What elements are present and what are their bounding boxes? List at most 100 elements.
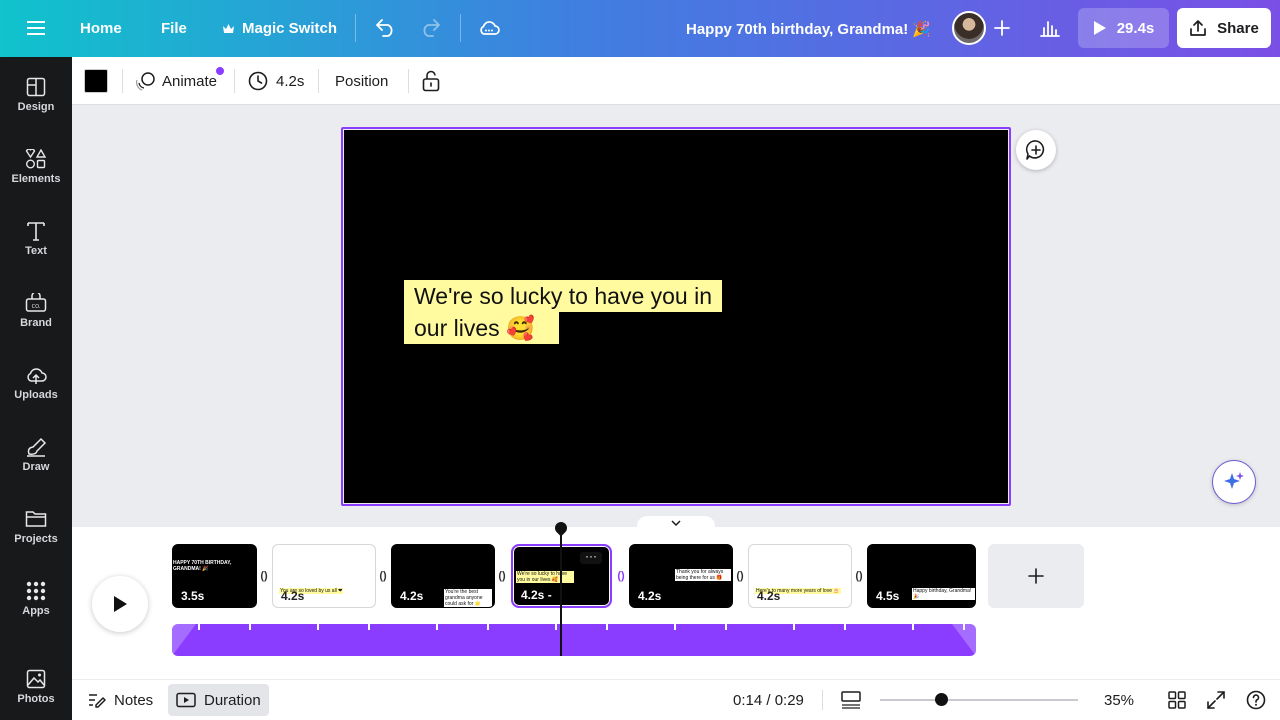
color-swatch[interactable] <box>84 69 108 93</box>
invite-button[interactable] <box>984 8 1020 48</box>
page-duration: 4.2s - <box>521 588 552 602</box>
magic-switch-button[interactable]: Magic Switch <box>222 0 337 57</box>
sidebar-item-text[interactable]: Text <box>0 219 72 283</box>
zoom-percentage[interactable]: 35% <box>1104 680 1134 720</box>
divider <box>355 14 356 42</box>
top-bar: Home File Magic Switch Happy 70th birthd… <box>0 0 1280 57</box>
timeline-page-2[interactable]: You are so loved by us all ❤ 4.2s <box>272 544 376 608</box>
timeline-page-6[interactable]: Here's to many more years of love 🎂 4.2s <box>748 544 852 608</box>
playhead[interactable] <box>560 528 562 656</box>
divider <box>318 69 319 93</box>
page-view-button[interactable] <box>841 680 861 720</box>
zoom-slider-handle[interactable] <box>935 693 948 706</box>
transition-button[interactable]: () <box>613 566 629 586</box>
sidebar-item-apps[interactable]: Apps <box>0 579 72 643</box>
grid-view-button[interactable] <box>1168 680 1186 720</box>
audio-track[interactable] <box>172 624 976 656</box>
lock-icon <box>422 70 440 92</box>
elements-icon <box>25 149 47 169</box>
sidebar-item-design[interactable]: Design <box>0 75 72 139</box>
design-icon <box>26 77 46 97</box>
sparkle-icon <box>1224 472 1244 489</box>
sidebar-item-draw[interactable]: Draw <box>0 435 72 499</box>
playback-time-text: 0:14 / 0:29 <box>733 691 804 709</box>
animate-icon <box>136 72 155 91</box>
notes-label: Notes <box>114 691 154 709</box>
help-button[interactable] <box>1246 680 1266 720</box>
fullscreen-button[interactable] <box>1207 680 1225 720</box>
insights-button[interactable] <box>1032 8 1068 48</box>
redo-icon <box>423 19 440 37</box>
comment-plus-icon <box>1025 140 1045 160</box>
projects-icon <box>25 511 47 527</box>
expand-icon <box>1207 691 1225 709</box>
grid-icon <box>1168 691 1186 709</box>
magic-assistant-button[interactable] <box>1212 460 1256 504</box>
zoom-slider-track[interactable] <box>880 699 1078 701</box>
duration-button[interactable]: Duration <box>168 684 269 716</box>
position-button[interactable]: Position <box>335 57 388 105</box>
lock-button[interactable] <box>422 57 442 105</box>
timeline-play-button[interactable] <box>92 576 148 632</box>
sidebar-item-photos[interactable]: Photos <box>0 667 72 720</box>
home-menu[interactable]: Home <box>80 0 122 57</box>
share-button[interactable]: Share <box>1177 8 1271 48</box>
design-title[interactable]: Happy 70th birthday, Grandma! 🎉 <box>686 0 931 57</box>
editor-toolbar: Animate 4.2s Position <box>72 57 1280 105</box>
divider <box>122 69 123 93</box>
sidebar-item-projects[interactable]: Projects <box>0 507 72 571</box>
sidebar-item-elements[interactable]: Elements <box>0 147 72 211</box>
sidebar-label: Brand <box>20 317 52 329</box>
notes-button[interactable]: Notes <box>88 680 153 720</box>
animate-button[interactable]: Animate <box>136 57 224 105</box>
page-thumb-text: You're the best grandma anyone could ask… <box>444 589 492 607</box>
undo-button[interactable] <box>367 8 403 48</box>
timeline-page-1[interactable]: HAPPY 70TH BIRTHDAY, GRANDMA! 🎉 3.5s <box>172 544 257 608</box>
transition-button[interactable]: () <box>732 566 748 586</box>
timeline-page-7[interactable]: Happy birthday, Grandma! 🎉 4.5s <box>867 544 976 608</box>
collapse-timeline-button[interactable] <box>637 516 715 530</box>
chevron-down-icon <box>671 520 681 526</box>
redo-button[interactable] <box>413 8 449 48</box>
share-label: Share <box>1217 19 1259 37</box>
add-comment-button[interactable] <box>1016 130 1056 170</box>
transition-button[interactable]: () <box>494 566 510 586</box>
undo-icon <box>376 19 393 37</box>
audio-beat-marker <box>487 624 489 630</box>
add-page-button[interactable] <box>988 544 1084 608</box>
transition-button[interactable]: () <box>851 566 867 586</box>
transition-button[interactable]: () <box>256 566 272 586</box>
transition-button[interactable]: () <box>375 566 391 586</box>
bar-chart-icon <box>1040 21 1060 37</box>
bottom-bar: Notes Duration 0:14 / 0:29 35% <box>72 680 1280 720</box>
draw-icon <box>27 437 47 457</box>
file-menu[interactable]: File <box>161 0 187 57</box>
timeline-page-3[interactable]: You're the best grandma anyone could ask… <box>391 544 495 608</box>
page-more-icon[interactable]: ··· <box>580 550 602 564</box>
audio-beat-marker <box>436 624 438 630</box>
divider <box>408 69 409 93</box>
file-label: File <box>161 20 187 37</box>
apps-icon <box>26 581 46 601</box>
avatar[interactable] <box>952 11 986 45</box>
photos-icon <box>26 669 46 689</box>
quote-text-box[interactable]: We're so lucky to have you in our lives … <box>404 280 723 344</box>
timeline-page-5[interactable]: Thank you for always being there for us … <box>629 544 733 608</box>
timing-button[interactable]: 4.2s <box>248 57 304 105</box>
page-duration: 3.5s <box>181 589 205 603</box>
magic-switch-label: Magic Switch <box>242 20 338 37</box>
page-thumb-text: We're so lucky to have you in our lives … <box>516 571 574 583</box>
sidebar-item-uploads[interactable]: Uploads <box>0 363 72 427</box>
divider <box>234 69 235 93</box>
design-canvas[interactable]: We're so lucky to have you in our lives … <box>344 130 1008 503</box>
save-status-button[interactable] <box>471 8 507 48</box>
audio-beat-marker <box>606 624 608 630</box>
timing-label: 4.2s <box>276 72 305 90</box>
share-icon <box>1190 20 1206 36</box>
present-play-button[interactable]: 29.4s <box>1078 8 1169 48</box>
sidebar-item-brand[interactable]: CO. Brand <box>0 291 72 355</box>
audio-beat-marker <box>725 624 727 630</box>
menu-button[interactable] <box>16 8 56 48</box>
audio-beat-marker <box>963 624 965 630</box>
page-duration: 4.2s <box>281 589 305 603</box>
